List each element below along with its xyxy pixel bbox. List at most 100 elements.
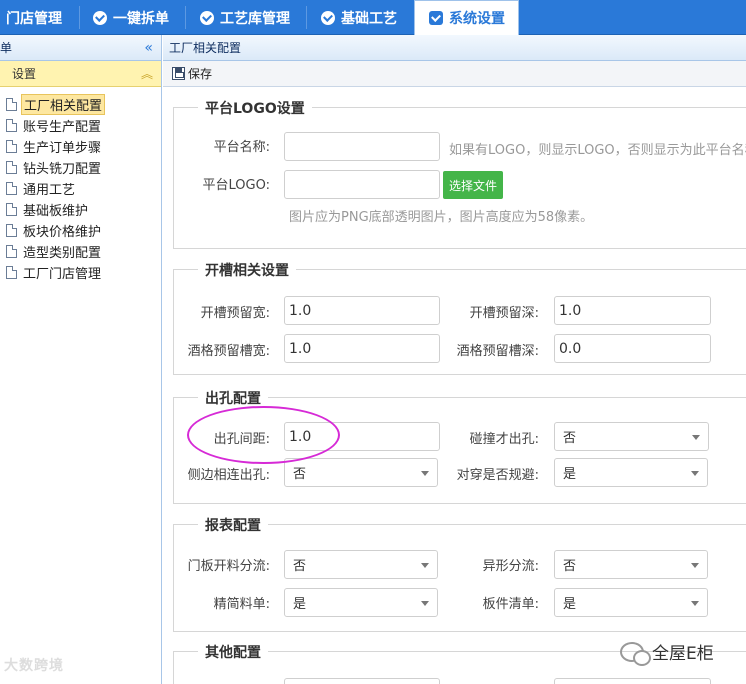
platform-name-label: 平台名称: — [213, 140, 270, 155]
sidebar-header: 单 « — [0, 35, 161, 61]
document-icon — [6, 203, 17, 216]
page-title: 工厂相关配置 — [169, 41, 242, 55]
sidebar-item-base-board[interactable]: 基础板维护 — [0, 199, 161, 220]
irregular-split-label: 异形分流: — [482, 559, 539, 574]
wine-groove-depth-input[interactable] — [554, 334, 711, 363]
document-icon — [6, 245, 17, 258]
section-title: 出孔配置 — [198, 388, 268, 408]
check-circle-icon — [200, 10, 214, 25]
choose-file-button[interactable]: 选择文件 — [443, 171, 503, 199]
breadcrumb: 工厂相关配置 — [163, 35, 746, 61]
tab-one-click-split[interactable]: 一键拆单 — [93, 0, 169, 35]
watermark-right: 全屋E柜 — [620, 639, 714, 666]
platform-name-hint: 如果有LOGO，则显示LOGO，否则显示为此平台名称 — [449, 143, 746, 158]
side-connect-hole-select[interactable]: 否 — [284, 458, 438, 487]
document-icon — [6, 119, 17, 132]
document-icon — [6, 161, 17, 174]
through-avoid-select[interactable]: 是 — [554, 458, 708, 487]
report-settings-section: 报表配置 门板开料分流: 否 异形分流: 否 精简料单: 是 板件清单: 是 — [173, 515, 746, 632]
document-icon — [6, 140, 17, 153]
door-cut-split-select[interactable]: 否 — [284, 550, 438, 579]
toolbar: 保存 — [163, 61, 746, 87]
tab-label: 工艺库管理 — [220, 10, 290, 27]
groove-settings-section: 开槽相关设置 开槽预留宽: 开槽预留深: 酒格预留槽宽: 酒格预留槽深: — [173, 260, 746, 375]
hole-spacing-label: 出孔间距: — [213, 432, 270, 447]
wine-groove-width-label: 酒格预留槽宽: — [187, 344, 270, 359]
sidebar: 单 « 设置 ︽ 工厂相关配置 账号生产配置 生产订单步骤 钻头铣刀配置 通用工… — [0, 35, 162, 684]
select-value: 是 — [563, 597, 577, 612]
tab-system-settings[interactable]: 系统设置 — [414, 0, 519, 35]
chevron-down-icon — [692, 435, 700, 440]
select-value: 否 — [563, 559, 577, 574]
hole-spacing-input[interactable] — [284, 422, 440, 451]
main-panel: 工厂相关配置 保存 平台LOGO设置 平台名称: 如果有LOGO，则显示LOGO… — [163, 35, 746, 684]
logo-hint: 图片应为PNG底部透明图片，图片高度应为58像素。 — [289, 210, 594, 225]
sidebar-item-shape-category[interactable]: 造型类别配置 — [0, 241, 161, 262]
watermark-text: 大数跨境 — [4, 658, 64, 674]
through-avoid-label: 对穿是否规避: — [456, 468, 539, 483]
groove-depth-label: 开槽预留深: — [469, 306, 539, 321]
groove-width-input[interactable] — [284, 296, 440, 325]
sidebar-item-factory-stores[interactable]: 工厂门店管理 — [0, 262, 161, 283]
sidebar-item-general-craft[interactable]: 通用工艺 — [0, 178, 161, 199]
tab-label: 基础工艺 — [341, 10, 397, 27]
monitor-icon — [429, 11, 443, 25]
wine-groove-depth-label: 酒格预留槽深: — [456, 344, 539, 359]
door-cut-split-label: 门板开料分流: — [187, 559, 270, 574]
sidebar-item-board-price[interactable]: 板块价格维护 — [0, 220, 161, 241]
board-list-label: 板件清单: — [482, 597, 539, 612]
platform-name-input[interactable] — [284, 132, 440, 161]
save-button[interactable]: 保存 — [172, 65, 212, 82]
logo-settings-section: 平台LOGO设置 平台名称: 如果有LOGO，则显示LOGO，否则显示为此平台名… — [173, 98, 746, 249]
document-icon — [6, 266, 17, 279]
chevron-down-icon — [691, 471, 699, 476]
tab-craft-library[interactable]: 工艺库管理 — [200, 0, 290, 35]
chevron-down-icon — [421, 601, 429, 606]
watermark-left: 大数跨境 — [4, 655, 64, 675]
hole-settings-section: 出孔配置 出孔间距: 碰撞才出孔: 否 侧边相连出孔: 否 对穿是否规避: 是 — [173, 388, 746, 504]
tab-store-management[interactable]: 门店管理 — [6, 0, 62, 35]
select-value: 否 — [563, 431, 577, 446]
chevron-down-icon — [421, 471, 429, 476]
sidebar-item-factory-config[interactable]: 工厂相关配置 — [0, 94, 161, 115]
chevron-down-icon — [421, 563, 429, 568]
irregular-split-select[interactable]: 否 — [554, 550, 708, 579]
section-title: 开槽相关设置 — [198, 260, 296, 280]
simple-material-list-label: 精简料单: — [213, 597, 270, 612]
wine-groove-width-input[interactable] — [284, 334, 440, 363]
floppy-disk-icon — [172, 67, 185, 80]
sidebar-item-drill-config[interactable]: 钻头铣刀配置 — [0, 157, 161, 178]
document-icon — [6, 182, 17, 195]
groove-width-label: 开槽预留宽: — [200, 306, 270, 321]
section-title: 其他配置 — [198, 642, 268, 662]
tab-basic-craft[interactable]: 基础工艺 — [321, 0, 397, 35]
platform-logo-input[interactable] — [284, 170, 440, 199]
collapse-icon[interactable]: « — [144, 40, 153, 56]
select-value: 否 — [293, 467, 307, 482]
tab-label: 一键拆单 — [113, 10, 169, 27]
simple-material-list-select[interactable]: 是 — [284, 588, 438, 617]
section-title: 报表配置 — [198, 515, 268, 535]
side-connect-hole-label: 侧边相连出孔: — [187, 468, 270, 483]
check-circle-icon — [93, 10, 107, 25]
other-input[interactable] — [554, 678, 711, 684]
nav-divider — [306, 6, 307, 29]
groove-depth-input[interactable] — [554, 296, 711, 325]
select-value: 是 — [563, 467, 577, 482]
collision-hole-select[interactable]: 否 — [554, 422, 709, 451]
tab-label: 系统设置 — [449, 11, 505, 27]
platform-logo-label: 平台LOGO: — [202, 178, 270, 193]
other-input[interactable] — [284, 678, 440, 684]
chevron-down-icon — [691, 601, 699, 606]
sidebar-item-order-steps[interactable]: 生产订单步骤 — [0, 136, 161, 157]
top-nav: 门店管理 一键拆单 工艺库管理 基础工艺 系统设置 — [0, 0, 746, 35]
tab-label: 门店管理 — [6, 10, 62, 27]
wechat-icon — [620, 641, 651, 666]
tag-icon — [321, 10, 335, 25]
document-icon — [6, 98, 17, 111]
sidebar-item-account-config[interactable]: 账号生产配置 — [0, 115, 161, 136]
settings-tree: 工厂相关配置 账号生产配置 生产订单步骤 钻头铣刀配置 通用工艺 基础板维护 板… — [0, 87, 161, 283]
board-list-select[interactable]: 是 — [554, 588, 708, 617]
sidebar-group-settings[interactable]: 设置 ︽ — [0, 61, 161, 87]
nav-divider — [185, 6, 186, 29]
